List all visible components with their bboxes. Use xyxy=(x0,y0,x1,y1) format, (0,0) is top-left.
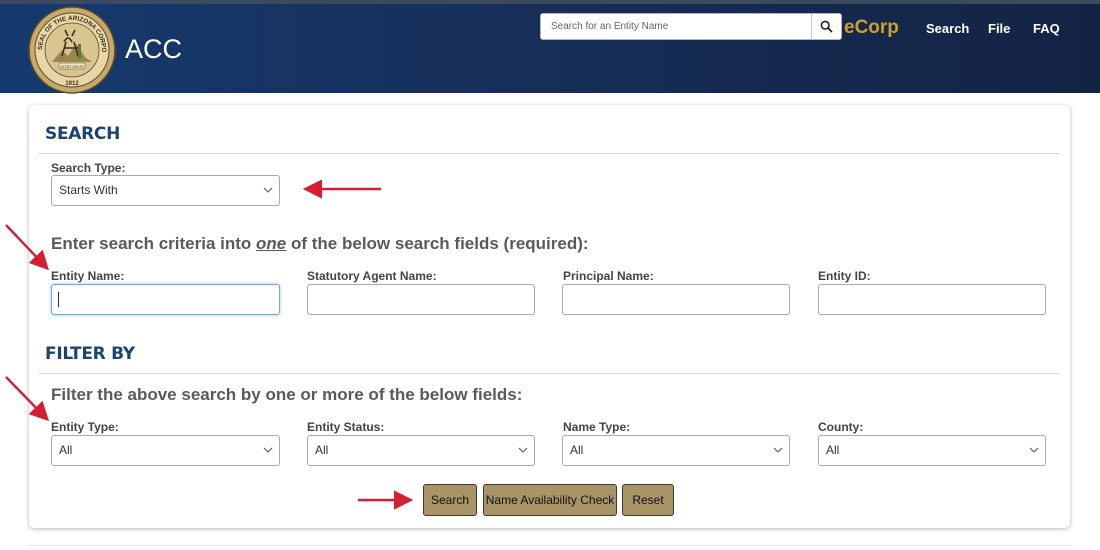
annotation-overlay xyxy=(5,179,414,510)
annotation-arrow xyxy=(5,376,50,422)
annotation-arrow xyxy=(5,224,49,271)
